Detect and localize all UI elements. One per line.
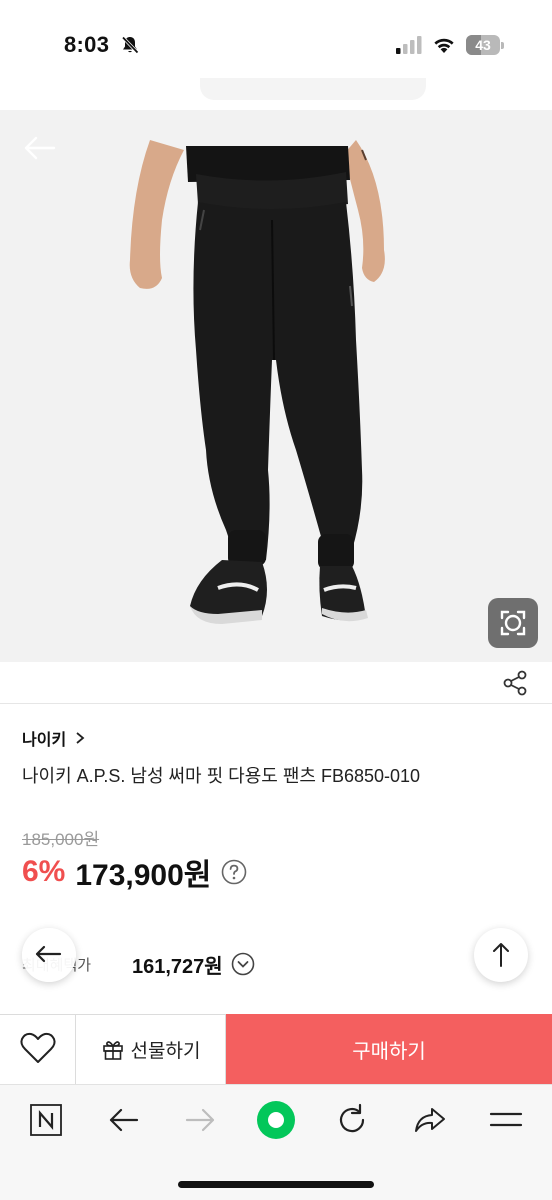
heart-icon — [20, 1032, 56, 1063]
product-photo — [129, 140, 385, 624]
battery-indicator: 43 — [466, 35, 504, 55]
back-icon[interactable] — [104, 1100, 144, 1140]
status-time: 8:03 — [64, 32, 110, 57]
floating-back-button[interactable] — [22, 928, 76, 982]
naver-n-icon[interactable] — [26, 1100, 66, 1140]
chevron-right-icon — [76, 732, 85, 744]
gift-button[interactable]: 선물하기 — [76, 1014, 226, 1084]
reload-icon[interactable] — [332, 1100, 372, 1140]
camera-lens-button[interactable] — [488, 598, 538, 648]
question-circle-icon[interactable] — [221, 859, 247, 885]
share-row — [0, 662, 552, 704]
share-arrow-icon[interactable] — [410, 1100, 450, 1140]
wishlist-button[interactable] — [0, 1014, 76, 1084]
share-icon[interactable] — [502, 669, 528, 697]
benefit-price: 161,727원 — [132, 955, 223, 978]
arrow-up-icon — [493, 943, 509, 967]
price-row: 6% 173,900원 — [22, 852, 247, 892]
brand-link[interactable]: 나이키 — [22, 726, 86, 750]
wifi-icon — [434, 38, 454, 53]
menu-icon[interactable] — [486, 1100, 526, 1140]
gift-icon — [102, 1041, 123, 1060]
scroll-top-button[interactable] — [474, 928, 528, 982]
arrow-left-icon[interactable] — [22, 134, 56, 162]
gift-label: 선물하기 — [130, 1040, 201, 1062]
home-indicator — [178, 1181, 374, 1188]
bell-muted-icon — [121, 36, 139, 54]
sale-price: 173,900원 — [75, 859, 212, 892]
chevron-down-circle-icon[interactable] — [231, 952, 255, 976]
camera-lens-icon — [500, 610, 526, 636]
arrow-left-icon — [35, 945, 62, 963]
cellular-signal-icon — [396, 36, 422, 54]
sheet-handle — [200, 78, 426, 100]
forward-icon[interactable] — [180, 1100, 220, 1140]
original-price: 185,000원 — [22, 830, 100, 849]
buy-button[interactable]: 구매하기 — [226, 1014, 552, 1084]
product-image[interactable] — [0, 110, 552, 662]
green-dot-icon[interactable] — [256, 1100, 296, 1140]
discount-rate: 6% — [22, 855, 66, 888]
product-title: 나이키 A.P.S. 남성 써마 핏 다용도 팬츠 FB6850-010 — [22, 766, 421, 786]
battery-percent: 43 — [475, 37, 491, 53]
brand-name: 나이키 — [22, 732, 67, 749]
buy-label: 구매하기 — [352, 1040, 426, 1063]
